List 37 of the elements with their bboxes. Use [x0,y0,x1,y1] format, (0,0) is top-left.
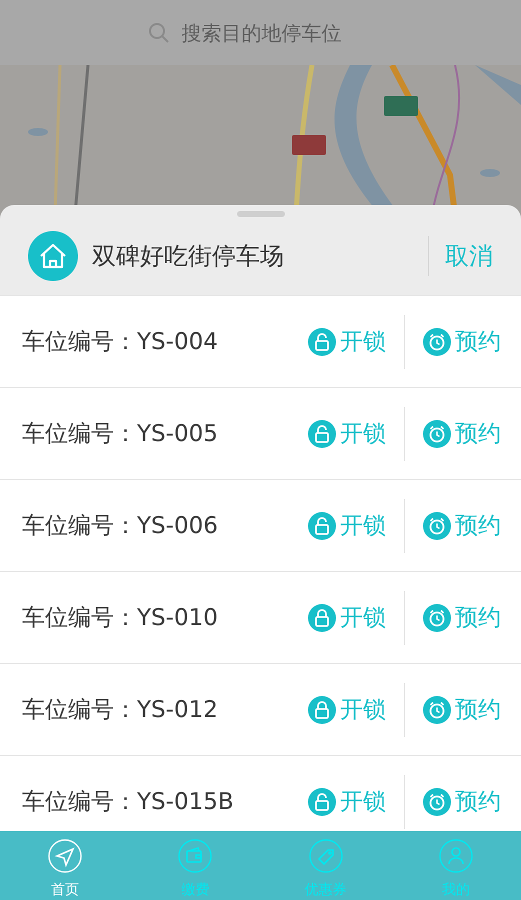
spot-number: 车位编号：YS-005 [22,420,219,449]
spot-number: 车位编号：YS-012 [22,696,219,725]
drag-handle[interactable] [236,211,284,217]
spot-number: 车位编号：YS-004 [22,328,219,357]
alarm-clock-icon [423,788,451,816]
search-icon [148,22,170,44]
parking-lot-name: 双碑好吃街停车场 [92,241,285,272]
alarm-clock-icon [423,604,451,632]
unlock-button[interactable]: 开锁 [308,786,386,817]
tab[interactable]: 我的 [390,831,521,900]
alarm-clock-icon [423,696,451,724]
user-icon [438,839,473,873]
unlock-button[interactable]: 开锁 [308,510,386,541]
reserve-button[interactable]: 预约 [423,326,501,357]
reserve-button[interactable]: 预约 [423,418,501,449]
spot-number: 车位编号：YS-006 [22,512,219,541]
search-field[interactable]: 搜索目的地停车位 [180,20,374,46]
unlock-button[interactable]: 开锁 [308,418,386,449]
reserve-button[interactable]: 预约 [423,510,501,541]
unlock-button[interactable]: 开锁 [308,602,386,633]
reserve-button[interactable]: 预约 [423,602,501,633]
reserve-button[interactable]: 预约 [423,694,501,725]
tab[interactable]: 首页 [0,831,130,900]
tag-icon [308,839,343,873]
tab[interactable]: 缴费 [130,831,260,900]
unlock-button[interactable]: 开锁 [308,326,386,357]
house-icon [28,231,78,281]
tab[interactable]: 优惠券 [260,831,391,900]
spot-number: 车位编号：YS-015B [22,788,235,817]
alarm-clock-icon [423,328,451,356]
alarm-clock-icon [423,420,451,448]
cancel-button[interactable]: 取消 [428,236,493,276]
wallet-icon [178,839,212,873]
reserve-button[interactable]: 预约 [423,786,501,817]
unlock-button[interactable]: 开锁 [308,694,386,725]
alarm-clock-icon [423,512,451,540]
spot-number: 车位编号：YS-010 [22,604,219,633]
